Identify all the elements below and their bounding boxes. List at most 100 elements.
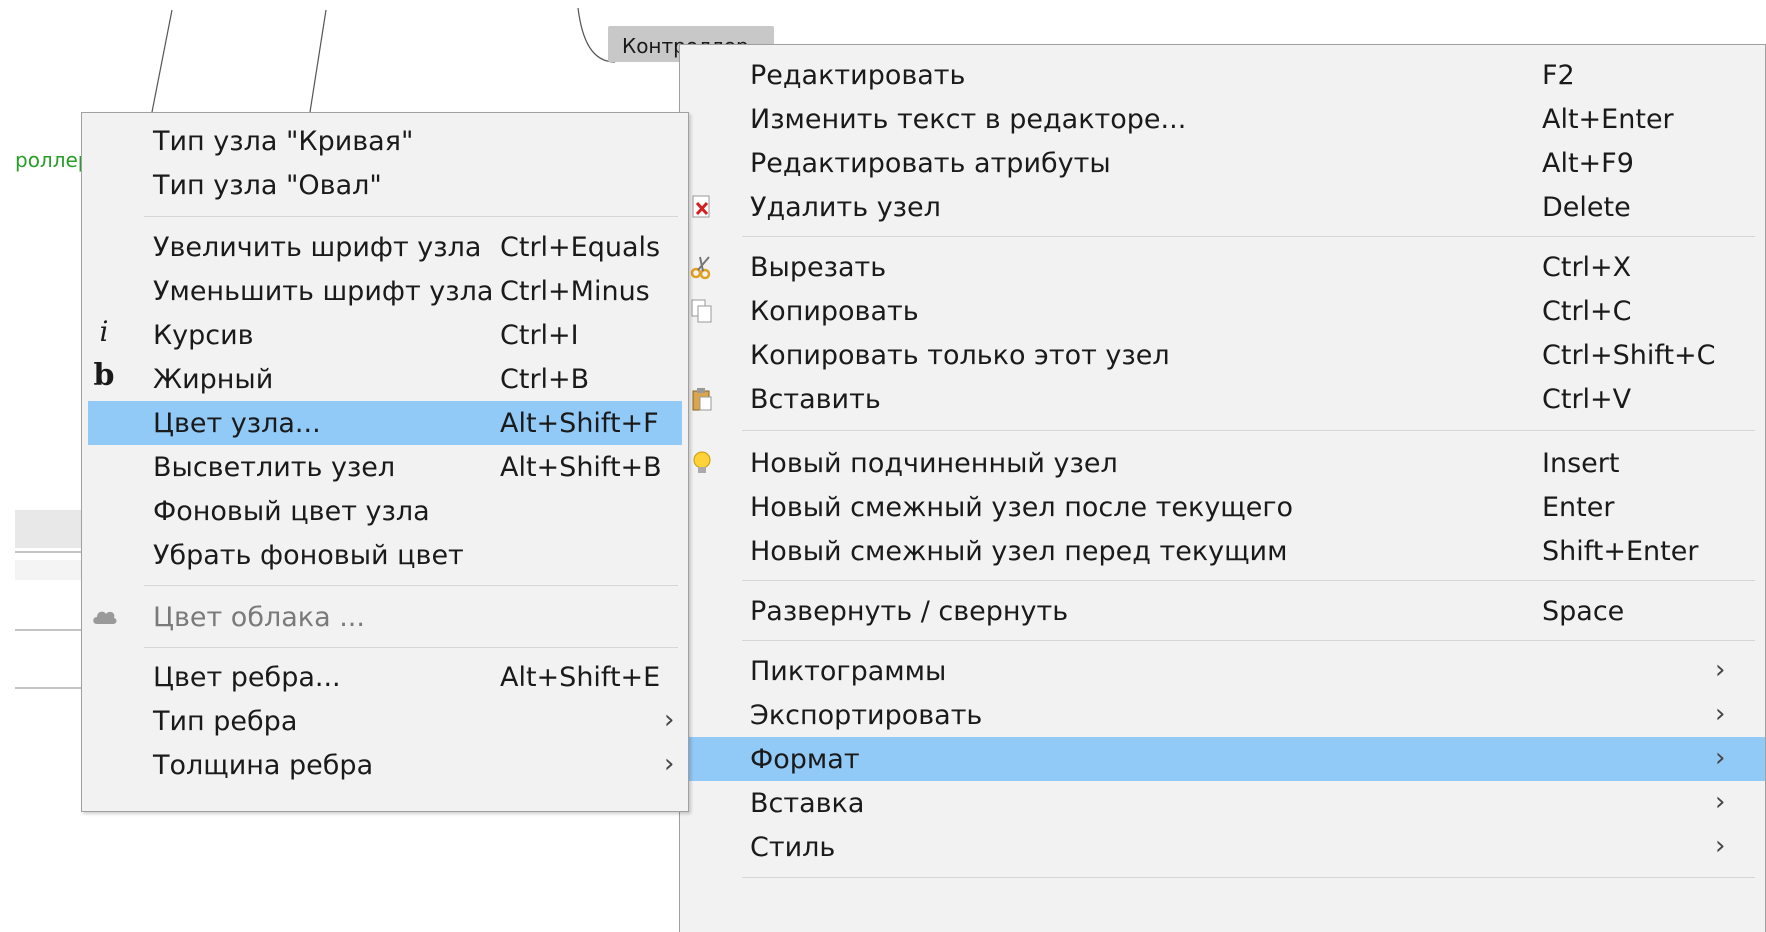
menu-item-shortcut: Ctrl+Minus — [500, 276, 650, 307]
menu-item-label: Стиль — [750, 832, 836, 863]
menu-item-label: Копировать — [750, 296, 919, 327]
menu-item-edit-attributes[interactable]: Редактировать атрибуты Alt+F9 — [680, 141, 1765, 185]
background-band — [15, 510, 81, 548]
menu-separator — [144, 585, 678, 586]
menu-item-label: Вставить — [750, 384, 881, 415]
menu-separator — [742, 236, 1755, 237]
menu-separator — [742, 430, 1755, 431]
menu-item-new-sibling-before[interactable]: Новый смежный узел перед текущим Shift+E… — [680, 529, 1765, 573]
menu-item-shortcut: Space — [1542, 596, 1625, 627]
menu-item-insert[interactable]: Вставка › — [680, 781, 1765, 825]
menu-item-delete-node[interactable]: Удалить узел Delete — [680, 185, 1765, 229]
menu-item-edit-in-editor[interactable]: Изменить текст в редакторе... Alt+Enter — [680, 97, 1765, 141]
menu-item-paste[interactable]: Вставить Ctrl+V — [680, 377, 1765, 421]
menu-item-cloud-color: Цвет облака ... — [82, 595, 688, 639]
edge-line — [309, 9, 327, 113]
menu-item-cut[interactable]: Вырезать Ctrl+X — [680, 245, 1765, 289]
cloud-icon — [91, 604, 117, 630]
menu-item-node-bg-color[interactable]: Фоновый цвет узла — [82, 489, 688, 533]
chevron-right-icon: › — [1715, 699, 1726, 729]
menu-item-decrease-font[interactable]: Уменьшить шрифт узла Ctrl+Minus — [82, 269, 688, 313]
menu-item-copy-single[interactable]: Копировать только этот узел Ctrl+Shift+C — [680, 333, 1765, 377]
menu-item-node-color[interactable]: Цвет узла... Alt+Shift+F — [88, 401, 682, 445]
menu-item-toggle-fold[interactable]: Развернуть / свернуть Space — [680, 589, 1765, 633]
menu-item-italic[interactable]: i Курсив Ctrl+I — [82, 313, 688, 357]
menu-item-label: Тип ребра — [153, 706, 298, 737]
menu-item-label: Курсив — [153, 320, 254, 351]
menu-item-label: Удалить узел — [750, 192, 941, 223]
chevron-right-icon: › — [1715, 655, 1726, 685]
menu-item-edit[interactable]: Редактировать F2 — [680, 53, 1765, 97]
menu-item-shortcut: Shift+Enter — [1542, 536, 1699, 567]
side-node[interactable]: роллер — [15, 148, 91, 172]
menu-item-label: Вырезать — [750, 252, 887, 283]
menu-item-bold[interactable]: b Жирный Ctrl+B — [82, 357, 688, 401]
chevron-right-icon: › — [664, 749, 675, 779]
menu-item-edge-color[interactable]: Цвет ребра... Alt+Shift+E — [82, 655, 688, 699]
menu-item-label: Пиктограммы — [750, 656, 947, 687]
delete-icon — [689, 194, 715, 220]
menu-item-label: Изменить текст в редакторе... — [750, 104, 1187, 135]
context-menu: Редактировать F2 Изменить текст в редакт… — [679, 44, 1766, 932]
menu-item-label: Цвет ребра... — [153, 662, 341, 693]
menu-separator — [742, 877, 1755, 878]
menu-item-shortcut: Ctrl+B — [500, 364, 590, 395]
menu-item-shortcut: F2 — [1542, 60, 1575, 91]
menu-item-label: Развернуть / свернуть — [750, 596, 1069, 627]
menu-item-label: Новый смежный узел перед текущим — [750, 536, 1288, 567]
menu-item-label: Толщина ребра — [153, 750, 374, 781]
menu-item-label: Копировать только этот узел — [750, 340, 1170, 371]
menu-item-node-type-oval[interactable]: Тип узла "Овал" — [82, 163, 688, 207]
menu-item-shortcut: Ctrl+V — [1542, 384, 1632, 415]
chevron-right-icon: › — [664, 705, 675, 735]
menu-item-label: Жирный — [153, 364, 274, 395]
menu-item-shortcut: Alt+Shift+E — [500, 662, 661, 693]
menu-separator — [144, 647, 678, 648]
background-band — [15, 560, 81, 580]
paste-icon — [689, 386, 715, 412]
menu-item-label: Экспортировать — [750, 700, 983, 731]
menu-item-new-sibling-after[interactable]: Новый смежный узел после текущего Enter — [680, 485, 1765, 529]
menu-item-label: Новый подчиненный узел — [750, 448, 1118, 479]
menu-item-label: Высветлить узел — [153, 452, 396, 483]
menu-item-copy[interactable]: Копировать Ctrl+C — [680, 289, 1765, 333]
menu-item-label: Новый смежный узел после текущего — [750, 492, 1294, 523]
menu-item-increase-font[interactable]: Увеличить шрифт узла Ctrl+Equals — [82, 225, 688, 269]
copy-icon — [689, 298, 715, 324]
chevron-right-icon: › — [1715, 743, 1726, 773]
menu-item-icons[interactable]: Пиктограммы › — [680, 649, 1765, 693]
menu-item-edge-type[interactable]: Тип ребра › — [82, 699, 688, 743]
menu-item-label: Редактировать — [750, 60, 966, 91]
menu-item-shortcut: Insert — [1542, 448, 1620, 479]
menu-item-node-type-curve[interactable]: Тип узла "Кривая" — [82, 119, 688, 163]
italic-icon: i — [99, 315, 109, 348]
menu-item-label: Цвет узла... — [153, 408, 321, 439]
menu-item-shortcut: Ctrl+X — [1542, 252, 1632, 283]
menu-item-new-child-node[interactable]: Новый подчиненный узел Insert — [680, 441, 1765, 485]
format-submenu: Тип узла "Кривая" Тип узла "Овал" Увелич… — [81, 112, 689, 812]
bold-icon: b — [93, 358, 115, 393]
menu-item-shortcut: Alt+Shift+B — [500, 452, 662, 483]
menu-item-shortcut: Ctrl+I — [500, 320, 579, 351]
menu-item-format[interactable]: Формат › — [680, 737, 1765, 781]
menu-item-export[interactable]: Экспортировать › — [680, 693, 1765, 737]
chevron-right-icon: › — [1715, 787, 1726, 817]
menu-item-label: Уменьшить шрифт узла — [153, 276, 494, 307]
menu-item-shortcut: Alt+Shift+F — [500, 408, 659, 439]
menu-item-shortcut: Ctrl+Equals — [500, 232, 661, 263]
menu-item-label: Формат — [750, 744, 860, 775]
menu-item-shortcut: Ctrl+Shift+C — [1542, 340, 1716, 371]
menu-item-label: Цвет облака ... — [153, 602, 365, 633]
edge-line — [151, 9, 173, 113]
menu-separator — [742, 640, 1755, 641]
menu-item-edge-width[interactable]: Толщина ребра › — [82, 743, 688, 787]
menu-item-remove-bg-color[interactable]: Убрать фоновый цвет — [82, 533, 688, 577]
menu-item-label: Фоновый цвет узла — [153, 496, 430, 527]
menu-item-shortcut: Enter — [1542, 492, 1615, 523]
menu-separator — [144, 216, 678, 217]
chevron-right-icon: › — [1715, 831, 1726, 861]
scissors-icon — [689, 254, 715, 280]
menu-item-highlight-node[interactable]: Высветлить узел Alt+Shift+B — [82, 445, 688, 489]
menu-item-label: Редактировать атрибуты — [750, 148, 1111, 179]
menu-item-style[interactable]: Стиль › — [680, 825, 1765, 869]
